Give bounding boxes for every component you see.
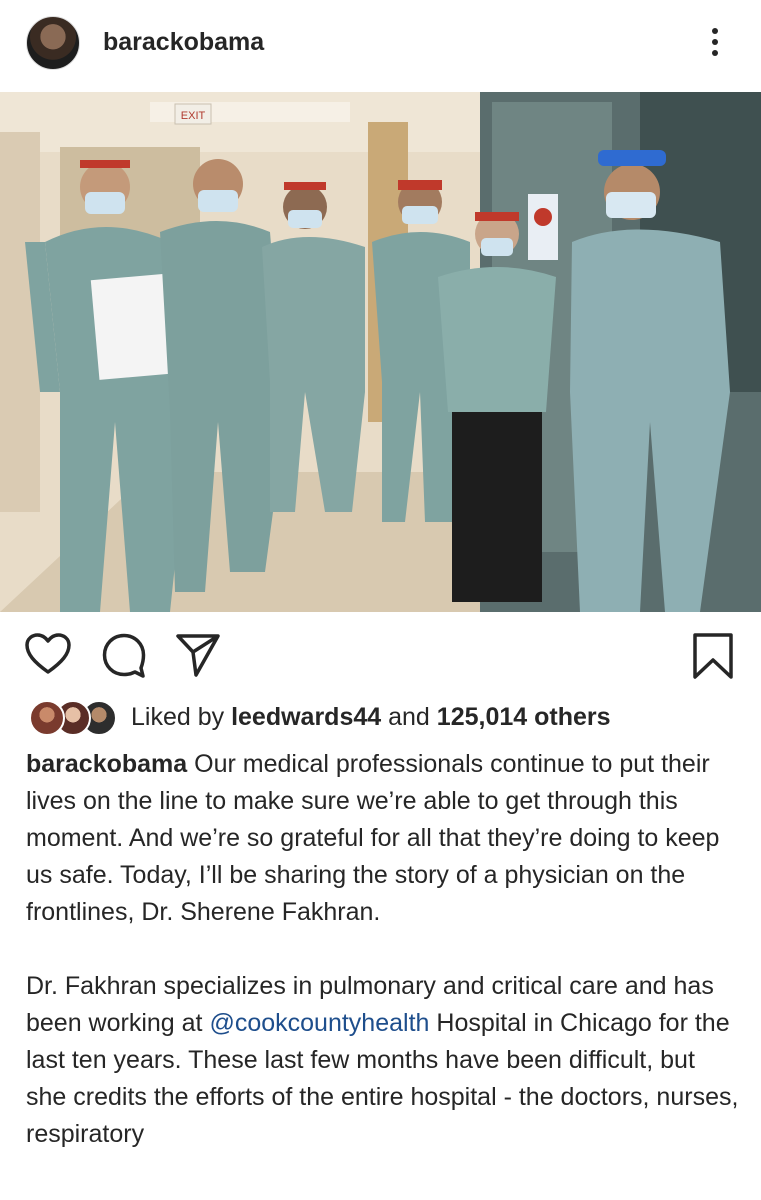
liker-username[interactable]: leedwards44 [231,703,381,731]
send-icon[interactable] [175,632,221,683]
action-bar [0,612,761,692]
heart-icon[interactable] [24,632,72,681]
post-username[interactable]: barackobama [103,28,264,57]
likes-prefix: Liked by [131,703,225,731]
likes-count[interactable]: 125,014 others [437,703,611,731]
comment-icon[interactable] [101,632,147,683]
more-vertical-icon[interactable] [705,28,725,62]
likes-row: Liked by leedwards44 and 125,014 others [0,700,761,740]
post-photo[interactable]: EXIT [0,92,761,612]
likes-conjunction: and [388,703,430,731]
exit-sign: EXIT [181,110,206,122]
liker-avatar[interactable] [29,700,65,736]
caption-username[interactable]: barackobama [26,750,187,778]
likes-summary[interactable]: Liked by leedwards44 and 125,014 others [131,703,611,732]
post-caption: barackobama Our medical professionals co… [26,746,741,1190]
avatar[interactable] [26,16,80,70]
caption-paragraph: barackobama Our medical professionals co… [26,746,741,931]
bookmark-icon[interactable] [692,632,734,685]
post-header: barackobama [0,0,761,92]
mention-link[interactable]: @cookcountyhealth [209,1009,429,1037]
caption-paragraph: Dr. Fakhran specializes in pulmonary and… [26,968,741,1153]
